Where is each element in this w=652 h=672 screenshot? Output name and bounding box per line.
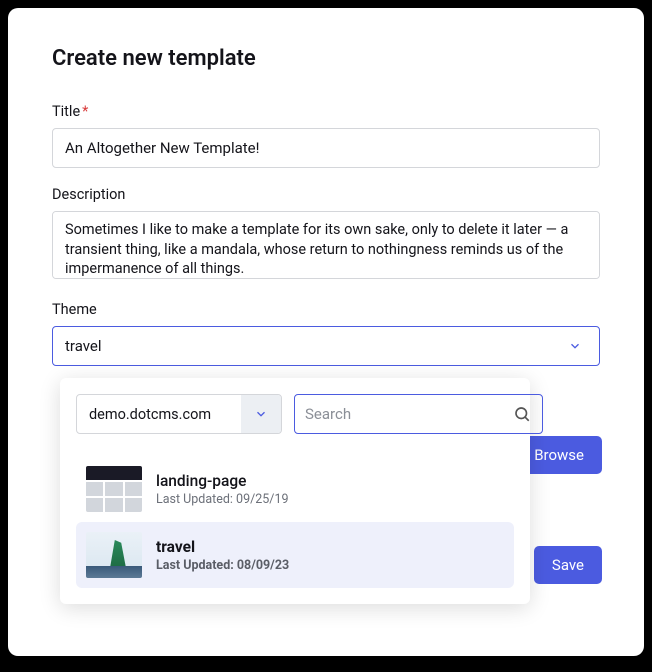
theme-thumbnail — [86, 532, 142, 578]
dropdown-controls: demo.dotcms.com — [76, 394, 514, 434]
theme-thumbnail — [86, 466, 142, 512]
save-button[interactable]: Save — [534, 546, 602, 584]
description-label: Description — [52, 186, 600, 203]
title-field: Title* — [52, 103, 600, 168]
description-field: Description Sometimes I like to make a t… — [52, 186, 600, 283]
theme-option-name: travel — [156, 538, 289, 556]
theme-search-input[interactable] — [305, 405, 504, 423]
title-label: Title* — [52, 103, 600, 120]
required-indicator: * — [82, 103, 88, 120]
theme-selected-value: travel — [65, 337, 102, 355]
create-template-dialog: Create new template Title* Description S… — [8, 8, 644, 656]
search-icon — [512, 404, 532, 424]
title-input[interactable] — [52, 128, 600, 168]
theme-option-travel[interactable]: travel Last Updated: 08/09/23 — [76, 522, 514, 588]
theme-dropdown-panel: demo.dotcms.com — [60, 378, 530, 604]
theme-option-updated: Last Updated: 09/25/19 — [156, 492, 289, 507]
theme-label: Theme — [52, 301, 600, 318]
site-selector[interactable]: demo.dotcms.com — [76, 394, 282, 434]
dialog-title: Create new template — [52, 46, 600, 71]
theme-field: Theme travel demo.dotcms.com — [52, 301, 600, 366]
theme-option-name: landing-page — [156, 472, 289, 490]
theme-search-box[interactable] — [294, 394, 543, 434]
theme-option-updated: Last Updated: 08/09/23 — [156, 558, 289, 573]
chevron-down-icon — [241, 395, 281, 433]
chevron-down-icon — [563, 334, 587, 358]
theme-option-landing-page[interactable]: landing-page Last Updated: 09/25/19 — [76, 456, 514, 522]
theme-select[interactable]: travel — [52, 326, 600, 366]
description-textarea[interactable]: Sometimes I like to make a template for … — [52, 211, 600, 279]
site-selector-value: demo.dotcms.com — [77, 395, 241, 433]
